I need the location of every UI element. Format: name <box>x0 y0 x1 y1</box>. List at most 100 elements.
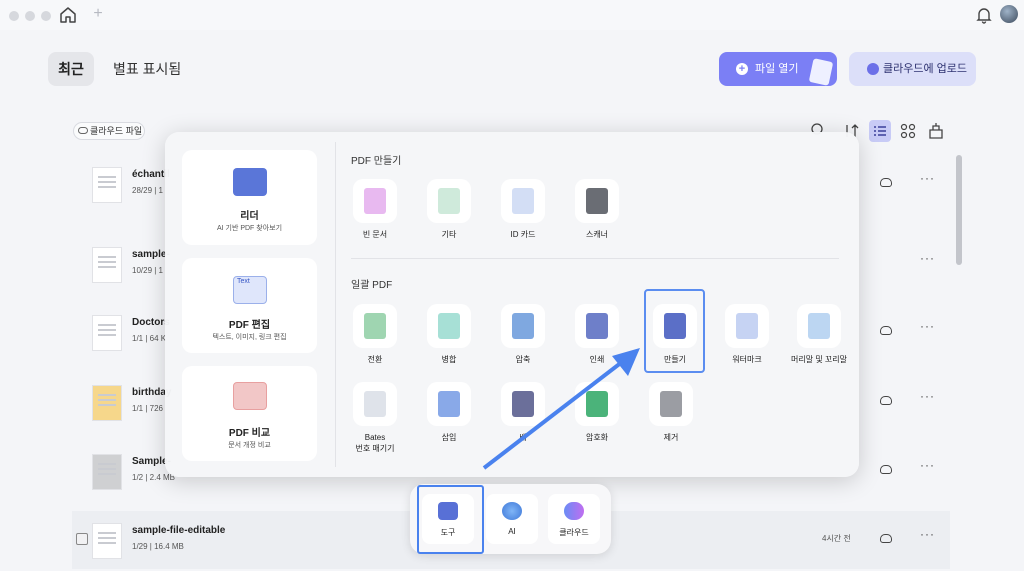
tab-starred[interactable]: 별표 표시됨 <box>113 52 181 86</box>
ai-icon <box>502 502 522 520</box>
tool-label: 인쇄 <box>589 355 605 364</box>
upload-cloud-button[interactable]: 클라우드에 업로드 <box>849 52 976 86</box>
print-icon <box>586 313 608 339</box>
row-checkbox[interactable] <box>76 533 88 545</box>
divider <box>335 142 336 467</box>
tool-watermark[interactable]: 워터마크 <box>717 304 777 374</box>
tools-highlight <box>417 485 484 554</box>
plus-icon: + <box>736 63 748 75</box>
tool-insert[interactable]: 삽입 <box>419 382 479 452</box>
tool-convert[interactable]: 전환 <box>345 304 405 374</box>
tool-label: 삽입 <box>441 433 457 442</box>
tool-label: 워터마크 <box>732 355 762 364</box>
tool-label: 배 <box>519 433 527 442</box>
insert-icon <box>438 391 460 417</box>
book-icon <box>232 168 267 196</box>
home-icon[interactable] <box>58 5 78 25</box>
tool-label: 기타 <box>441 230 457 239</box>
tool-label: ID 카드 <box>510 230 536 239</box>
header-footer-icon <box>808 313 830 339</box>
bates-icon <box>364 391 386 417</box>
cloud-files-filter[interactable]: 클라우드 파일 <box>73 122 145 140</box>
tool-label: 제거 <box>663 433 679 442</box>
tool-encrypt[interactable]: 암호화 <box>567 382 627 452</box>
tab-recent[interactable]: 최근 <box>48 52 94 86</box>
maximize-window-button[interactable] <box>41 11 51 21</box>
convert-icon <box>364 313 386 339</box>
upload-icon <box>867 63 879 75</box>
dock-label: AI <box>508 527 516 536</box>
tool-print[interactable]: 인쇄 <box>567 304 627 374</box>
bell-icon[interactable] <box>974 5 994 25</box>
cloud-upload-icon[interactable] <box>880 178 892 187</box>
tool-label: 압축 <box>515 355 531 364</box>
file-meta: 10/29 | 1 <box>132 266 163 275</box>
grid-view-icon[interactable] <box>897 120 919 142</box>
list-view-icon[interactable] <box>869 120 891 142</box>
upload-cloud-label: 클라우드에 업로드 <box>883 63 968 75</box>
new-tab-button[interactable]: + <box>90 4 106 24</box>
pdf-edit-title: PDF 편집 <box>228 320 271 331</box>
dock-ai[interactable]: AI <box>486 494 538 544</box>
tool-header-footer[interactable]: 머리말 및 꼬리말 <box>789 304 849 374</box>
batch-pdf-heading: 일괄 PDF <box>351 280 393 291</box>
pdf-compare-card[interactable]: PDF 비교 문서 개정 비교 <box>182 366 317 461</box>
open-file-button[interactable]: + 파일 열기 <box>719 52 837 86</box>
cloud-upload-icon[interactable] <box>880 534 892 543</box>
tool-other[interactable]: 기타 <box>419 179 479 249</box>
create-pdf-heading: PDF 만들기 <box>351 156 402 167</box>
compare-icon <box>232 382 267 410</box>
reader-card[interactable]: 리더 AI 기반 PDF 찾아보기 <box>182 150 317 245</box>
divider <box>351 258 839 259</box>
merge-icon <box>438 313 460 339</box>
cloud-upload-icon[interactable] <box>880 396 892 405</box>
cleanup-icon[interactable] <box>925 120 947 142</box>
pdf-compare-desc: 문서 개정 비교 <box>228 442 271 449</box>
file-meta: 28/29 | 1 <box>132 186 163 195</box>
more-options-icon[interactable]: ··· <box>920 458 935 472</box>
cloud-upload-icon[interactable] <box>880 465 892 474</box>
blank-doc-icon <box>364 188 386 214</box>
minimize-window-button[interactable] <box>25 11 35 21</box>
file-thumbnail <box>92 247 122 283</box>
tool-blank-doc[interactable]: 빈 문서 <box>345 179 405 249</box>
tools-popup: 리더 AI 기반 PDF 찾아보기 Text PDF 편집 텍스트, 이미지, … <box>165 132 859 477</box>
create-highlight <box>644 289 705 373</box>
tool-label: 빈 문서 <box>362 230 388 239</box>
file-thumbnail <box>92 523 122 559</box>
remove-icon <box>660 391 682 417</box>
tool-merge[interactable]: 병합 <box>419 304 479 374</box>
file-name: sample-file-editable <box>132 525 226 536</box>
tool-label: 병합 <box>441 355 457 364</box>
file-thumbnail <box>92 454 122 490</box>
scrollbar[interactable] <box>956 155 962 265</box>
tool-label: 머리말 및 꼬리말 <box>791 355 847 364</box>
more-options-icon[interactable]: ··· <box>920 319 935 333</box>
compress-icon <box>512 313 534 339</box>
tool-label: 스캐너 <box>585 230 609 239</box>
tool-compress[interactable]: 압축 <box>493 304 553 374</box>
more-options-icon[interactable]: ··· <box>920 527 935 541</box>
pdf-edit-card[interactable]: Text PDF 편집 텍스트, 이미지, 링크 편집 <box>182 258 317 353</box>
title-bar: + <box>0 0 1024 30</box>
text-badge: Text <box>237 278 250 285</box>
cloud-upload-icon[interactable] <box>880 326 892 335</box>
tool-scanner[interactable]: 스캐너 <box>567 179 627 249</box>
other-icon <box>438 188 460 214</box>
more-options-icon[interactable]: ··· <box>920 171 935 185</box>
tool-label: 암호화 <box>585 433 609 442</box>
tool-bates[interactable]: Bates 번호 매기기 <box>345 382 405 453</box>
tool-remove[interactable]: 제거 <box>641 382 701 452</box>
file-stack-icon <box>808 58 834 86</box>
cloud-icon <box>78 127 88 134</box>
reader-title: 리더 <box>240 211 259 222</box>
dock-cloud[interactable]: 클라우드 <box>548 494 600 544</box>
file-meta: 1/29 | 16.4 MB <box>132 542 184 551</box>
close-window-button[interactable] <box>9 11 19 21</box>
file-thumbnail <box>92 385 122 421</box>
tool-background[interactable]: 배 <box>493 382 553 452</box>
more-options-icon[interactable]: ··· <box>920 389 935 403</box>
avatar[interactable] <box>1000 5 1018 23</box>
tool-id-card[interactable]: ID 카드 <box>493 179 553 249</box>
more-options-icon[interactable]: ··· <box>920 251 935 265</box>
